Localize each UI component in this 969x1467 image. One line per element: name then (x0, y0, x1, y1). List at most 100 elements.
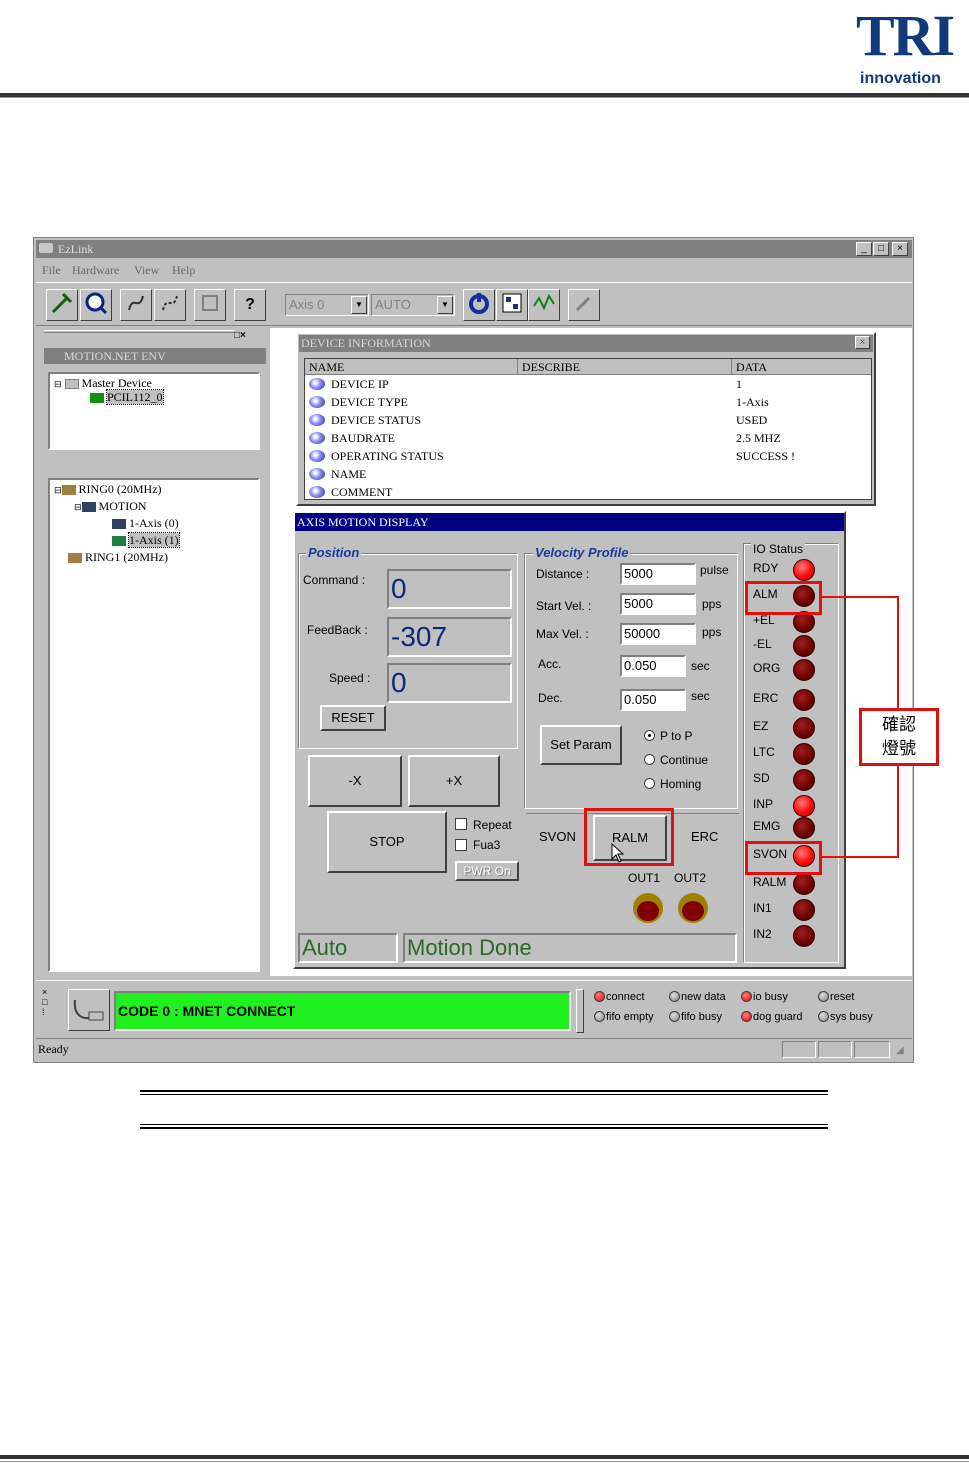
column-header-data[interactable]: DATA (732, 359, 871, 375)
chevron-down-icon[interactable]: ▼ (437, 296, 453, 314)
dec-label: Dec. (538, 691, 563, 705)
fua3-checkbox[interactable] (455, 839, 467, 851)
acc-label: Acc. (538, 657, 562, 671)
footer-rule-thin (0, 1461, 969, 1462)
status-text: Ready (38, 1042, 69, 1056)
resize-grip-icon[interactable]: ◢ (896, 1045, 904, 1056)
max-vel-field[interactable]: 50000 (620, 623, 696, 645)
out2-knob-icon[interactable] (678, 893, 708, 923)
start-vel-unit: pps (702, 597, 722, 611)
pane-grip[interactable] (44, 330, 234, 333)
menu-hardware[interactable]: Hardware (72, 263, 119, 278)
tree-item-ring1[interactable]: RING1 (20MHz) (68, 550, 168, 565)
mode-select[interactable]: AUTO ▼ (371, 294, 455, 316)
led-icon (818, 991, 829, 1002)
radio-continue[interactable] (644, 754, 655, 765)
power-icon[interactable] (463, 289, 495, 321)
tree-item-axis-1[interactable]: 1-Axis (1) (112, 532, 180, 548)
start-vel-label: Start Vel. : (536, 599, 592, 613)
column-header-describe[interactable]: DESCRIBE (518, 359, 732, 375)
menu-help[interactable]: Help (172, 263, 195, 278)
jog-plus-x-button[interactable]: +X (408, 755, 500, 807)
menu-file[interactable]: File (42, 263, 61, 278)
caption-rule (140, 1127, 828, 1129)
ralm-highlight (584, 808, 674, 866)
info-icon (309, 486, 325, 498)
erc-button[interactable]: ERC (691, 829, 718, 844)
axis-icon (112, 519, 126, 530)
info-icon (309, 396, 325, 408)
io-label-ltc: LTC (753, 745, 775, 759)
table-row[interactable]: BAUDRATE 2.5 MHZ (305, 429, 871, 447)
connect-indicator: connect (594, 991, 645, 1003)
led-icon (594, 1011, 605, 1022)
axis-select[interactable]: Axis 0 ▼ (285, 294, 369, 316)
status-code-field: CODE 0 : MNET CONNECT (114, 991, 571, 1031)
command-label: Command : (303, 573, 366, 587)
dec-field[interactable]: 0.050 (620, 689, 686, 711)
tri-logo: TRI (856, 3, 955, 68)
acc-field[interactable]: 0.050 (620, 655, 686, 677)
connect-icon[interactable] (46, 289, 78, 321)
info-icon (309, 450, 325, 462)
table-row[interactable]: DEVICE IP 1 (305, 375, 871, 393)
radio-p-to-p[interactable] (644, 730, 655, 741)
p-to-p-label: P to P (660, 729, 693, 743)
speed-value: 0 (387, 663, 512, 703)
ring-tree[interactable]: ⊟ RING0 (20MHz) ⊟ MOTION 1-Axis (0) 1-Axis… (48, 478, 260, 972)
table-row[interactable]: DEVICE STATUS USED (305, 411, 871, 429)
svon-button[interactable]: SVON (539, 829, 576, 844)
axis-motion-title[interactable]: AXIS MOTION DISPLAY (295, 513, 844, 531)
settings-icon[interactable] (194, 289, 226, 321)
info-icon (309, 378, 325, 390)
title-bar[interactable]: EzLink _ □ × (36, 240, 912, 258)
table-row[interactable]: OPERATING STATUS SUCCESS ! (305, 447, 871, 465)
unlink-icon[interactable] (154, 289, 186, 321)
bar-controls[interactable]: × □ ⁞ (42, 987, 47, 1017)
pwr-on-button[interactable]: PWR On (455, 861, 519, 881)
radio-homing[interactable] (644, 778, 655, 789)
io-led-org-icon (793, 659, 815, 681)
tree-item-axis-0[interactable]: 1-Axis (0) (112, 516, 179, 531)
acc-unit: sec (691, 659, 710, 673)
help-icon[interactable]: ? (234, 289, 266, 321)
reset-button[interactable]: RESET (320, 705, 386, 731)
tree-item-motion[interactable]: ⊟ MOTION (74, 499, 147, 514)
menu-view[interactable]: View (134, 263, 159, 278)
device-information-title[interactable]: DEVICE INFORMATION × (299, 335, 873, 352)
tool-icon[interactable] (568, 289, 600, 321)
set-param-button[interactable]: Set Param (540, 725, 622, 765)
repeat-checkbox[interactable] (455, 818, 467, 830)
jog-minus-x-button[interactable]: -X (308, 755, 402, 807)
minimize-button[interactable]: _ (856, 242, 872, 256)
led-icon (669, 991, 680, 1002)
motion-net-env-header: MOTION.NET ENV (44, 348, 266, 364)
card-icon (90, 393, 104, 404)
pane-controls[interactable]: □× (234, 330, 246, 341)
tree-item-pcil112[interactable]: PCIL112_0 (90, 389, 164, 405)
tree-item-master-device[interactable]: ⊟ Master Device (54, 376, 152, 391)
scan-icon[interactable] (80, 289, 112, 321)
column-header-name[interactable]: NAME (305, 359, 518, 375)
io-led-el-icon (793, 635, 815, 657)
maximize-button[interactable]: □ (873, 242, 889, 256)
tree-item-ring0[interactable]: ⊟ RING0 (20MHz) (54, 482, 162, 497)
close-button[interactable]: × (855, 336, 870, 349)
out1-knob-icon[interactable] (633, 893, 663, 923)
scope-icon[interactable] (528, 289, 560, 321)
monitor-icon[interactable] (496, 289, 528, 321)
link-icon[interactable] (120, 289, 152, 321)
speed-label: Speed : (329, 671, 371, 685)
chevron-down-icon[interactable]: ▼ (351, 296, 367, 314)
close-button[interactable]: × (892, 242, 908, 256)
device-tree[interactable]: ⊟ Master Device PCIL112_0 (48, 372, 260, 450)
table-row[interactable]: COMMENT (305, 483, 871, 501)
caption-rule (140, 1124, 828, 1125)
start-vel-field[interactable]: 5000 (620, 593, 696, 615)
distance-field[interactable]: 5000 (620, 563, 696, 585)
splitter[interactable] (576, 989, 584, 1033)
stop-button[interactable]: STOP (327, 811, 447, 873)
table-row[interactable]: NAME (305, 465, 871, 483)
table-row[interactable]: DEVICE TYPE 1-Axis (305, 393, 871, 411)
homing-label: Homing (660, 777, 702, 791)
